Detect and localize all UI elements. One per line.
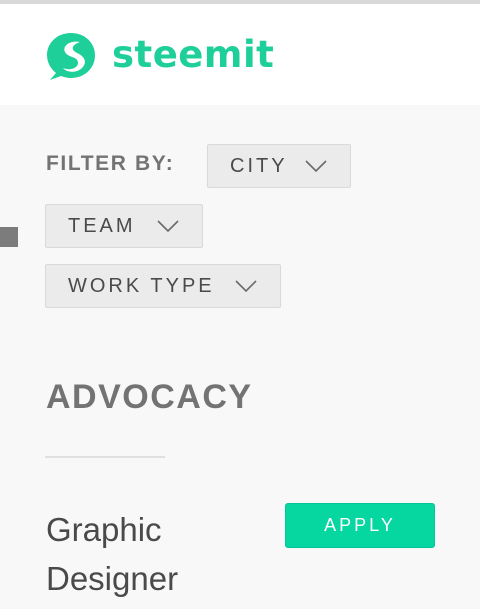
job-title[interactable]: Graphic Designer xyxy=(46,505,266,603)
chevron-down-icon xyxy=(157,220,179,233)
filter-team-dropdown[interactable]: TEAM xyxy=(45,204,203,248)
chevron-down-icon xyxy=(235,280,257,293)
filter-team-label: TEAM xyxy=(68,214,136,237)
section-divider xyxy=(45,456,165,458)
filter-by-label: FILTER BY: xyxy=(46,152,175,175)
filter-city-dropdown[interactable]: CITY xyxy=(207,144,351,188)
chevron-down-icon xyxy=(305,160,327,173)
site-header: steemit xyxy=(0,4,480,105)
side-drawer-handle[interactable] xyxy=(0,227,18,247)
steemit-logo-icon xyxy=(47,33,95,80)
filter-work-type-label: WORK TYPE xyxy=(68,274,215,297)
brand-name: steemit xyxy=(112,32,275,76)
steemit-logo[interactable]: steemit xyxy=(44,30,274,82)
filter-work-type-dropdown[interactable]: WORK TYPE xyxy=(45,264,281,308)
apply-button[interactable]: APPLY xyxy=(285,503,435,548)
filter-city-label: CITY xyxy=(230,154,288,177)
section-title: ADVOCACY xyxy=(46,378,253,416)
